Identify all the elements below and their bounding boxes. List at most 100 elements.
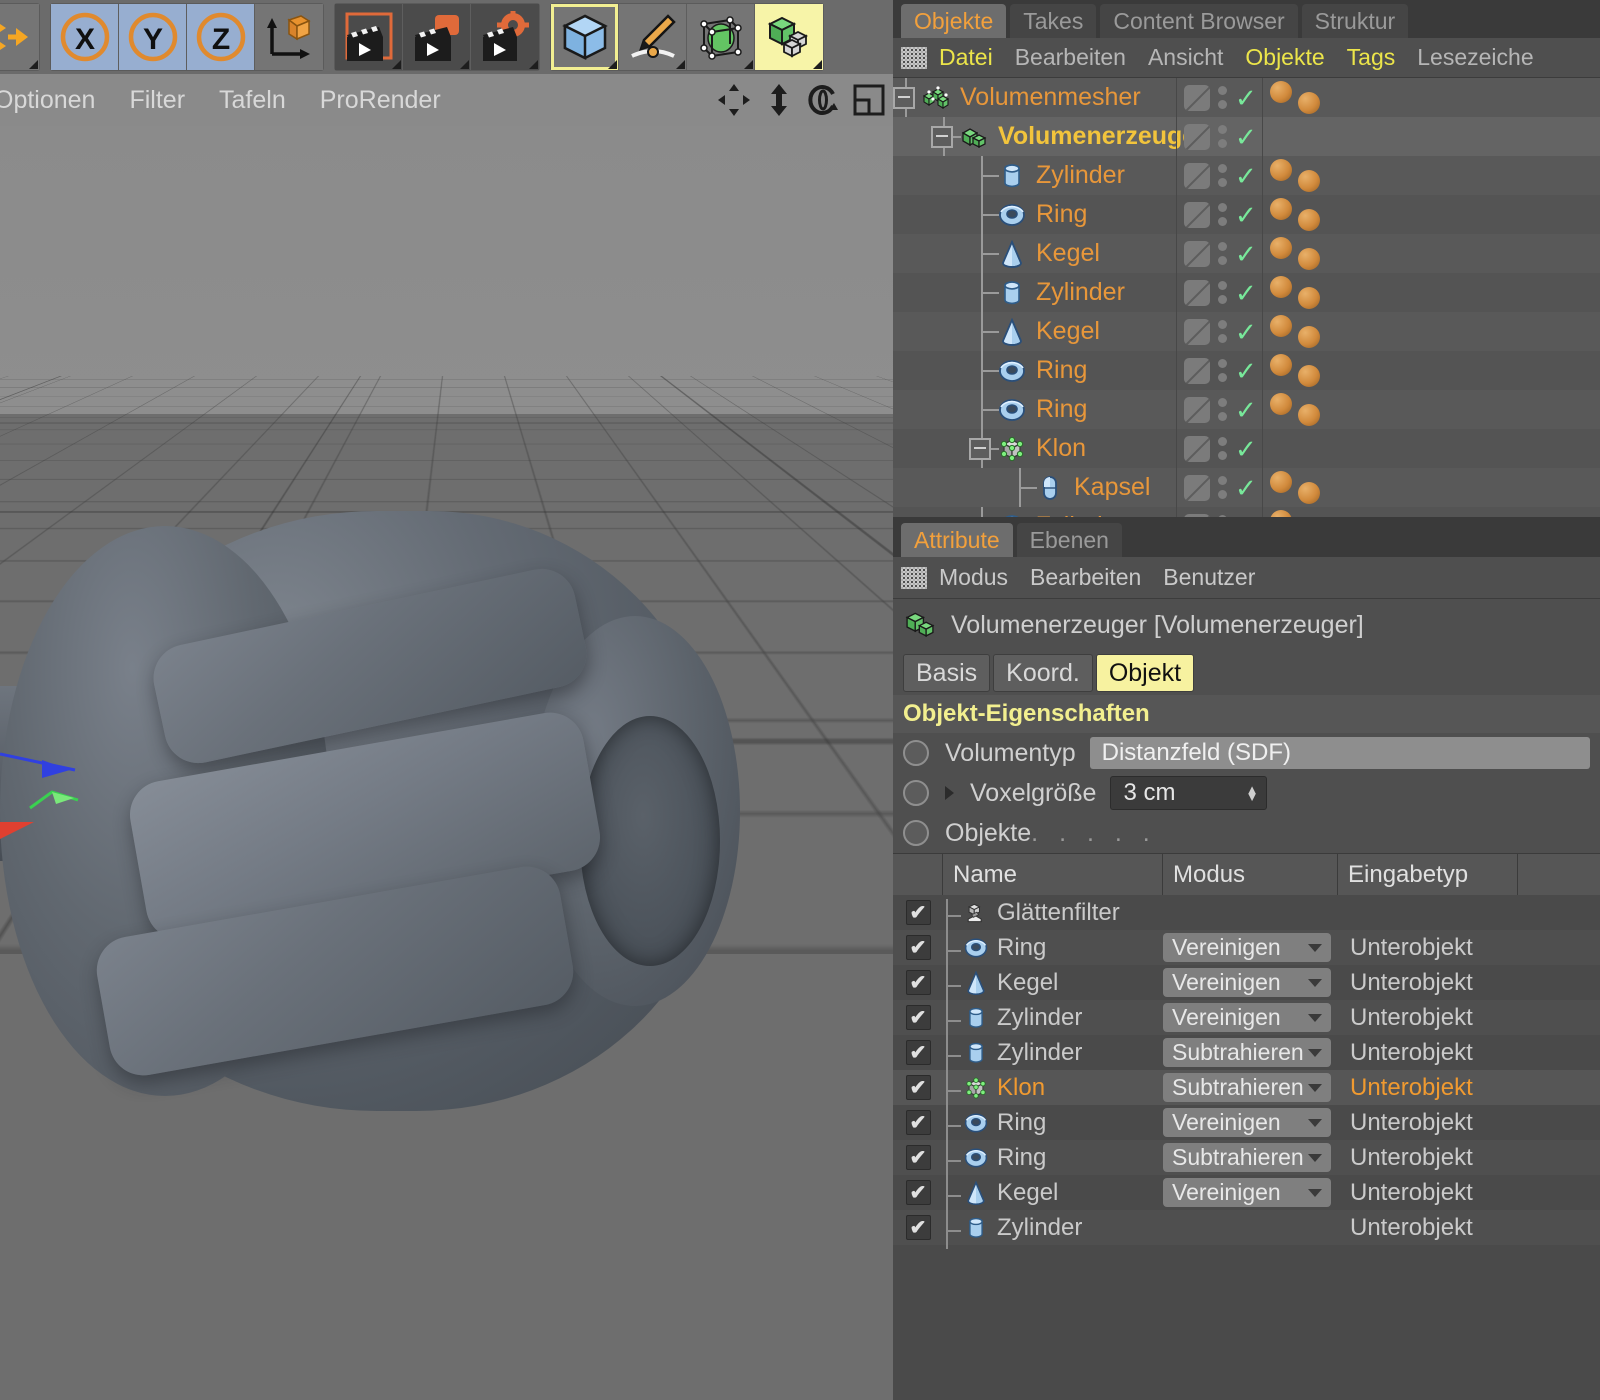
viewport-menu-filter[interactable]: Filter xyxy=(129,86,185,115)
row-checkbox[interactable]: ✔ xyxy=(906,1040,931,1065)
material-tag-icon[interactable] xyxy=(1270,315,1320,348)
property-toggle[interactable] xyxy=(903,780,929,806)
tree-row[interactable]: Kegel ✓ xyxy=(893,234,1600,273)
mode-dropdown[interactable]: Vereinigen xyxy=(1163,933,1331,962)
visibility-check-icon[interactable]: ✓ xyxy=(1235,241,1257,267)
row-checkbox[interactable]: ✔ xyxy=(906,900,931,925)
am-menu-bearbeiten[interactable]: Bearbeiten xyxy=(1030,564,1141,591)
visibility-check-icon[interactable]: ✓ xyxy=(1235,124,1257,150)
mode-dropdown[interactable]: Vereinigen xyxy=(1163,1178,1331,1207)
tab-ebenen[interactable]: Ebenen xyxy=(1017,523,1122,557)
tag-placeholder-icon[interactable] xyxy=(1184,124,1210,150)
pan-camera-icon[interactable] xyxy=(717,83,751,117)
tree-tag-cell[interactable]: ✓ xyxy=(1176,273,1263,312)
tree-name-cell[interactable]: Klon xyxy=(893,429,1176,468)
tree-row[interactable]: Kegel ✓ xyxy=(893,312,1600,351)
table-row[interactable]: ✔ Kegel Vereinigen Unterobjekt xyxy=(893,1175,1600,1210)
points-mode-icon[interactable] xyxy=(687,4,755,70)
visibility-check-icon[interactable]: ✓ xyxy=(1235,514,1257,518)
tree-tag-cell[interactable]: ✓ xyxy=(1176,351,1263,390)
tree-tag-cell[interactable]: ✓ xyxy=(1176,390,1263,429)
tree-name-cell[interactable]: Kegel xyxy=(893,312,1176,351)
mode-dropdown[interactable]: Vereinigen xyxy=(1163,1003,1331,1032)
row-mode-cell[interactable]: Vereinigen xyxy=(1163,1108,1338,1137)
row-checkbox-cell[interactable]: ✔ xyxy=(893,1145,943,1170)
tree-row[interactable]: Kapsel ✓ xyxy=(893,468,1600,507)
row-checkbox-cell[interactable]: ✔ xyxy=(893,900,943,925)
tag-placeholder-icon[interactable] xyxy=(1184,85,1210,111)
chevron-down-icon[interactable] xyxy=(1308,1049,1322,1057)
tree-name-cell[interactable]: Zylinder xyxy=(893,273,1176,312)
row-checkbox-cell[interactable]: ✔ xyxy=(893,1110,943,1135)
row-name-cell[interactable]: Ring xyxy=(943,934,1163,962)
mode-tab-koord[interactable]: Koord. xyxy=(993,654,1093,692)
tree-row[interactable]: Volumenmesher ✓ xyxy=(893,78,1600,117)
material-tag-icon[interactable] xyxy=(1270,471,1320,504)
material-tag-icon[interactable] xyxy=(1270,510,1320,517)
tree-tag-cell[interactable]: ✓ xyxy=(1176,156,1263,195)
row-name-cell[interactable]: Glättenfilter xyxy=(943,899,1163,927)
render-settings-icon[interactable] xyxy=(471,4,539,70)
mode-dropdown[interactable]: Subtrahieren xyxy=(1163,1143,1331,1172)
menu-grip-icon[interactable] xyxy=(901,47,927,69)
viewport-3d[interactable] xyxy=(0,126,893,1400)
mode-tab-objekt[interactable]: Objekt xyxy=(1096,654,1194,692)
tree-material-cell[interactable] xyxy=(1263,195,1600,234)
mode-dropdown[interactable]: Subtrahieren xyxy=(1163,1073,1331,1102)
row-checkbox[interactable]: ✔ xyxy=(906,935,931,960)
material-tag-icon[interactable] xyxy=(1270,393,1320,426)
tree-expander[interactable] xyxy=(931,126,953,148)
table-row[interactable]: ✔ Zylinder Unterobjekt xyxy=(893,1210,1600,1245)
tag-placeholder-icon[interactable] xyxy=(1184,280,1210,306)
tag-dots-icon[interactable] xyxy=(1218,164,1227,187)
row-mode-cell[interactable]: Vereinigen xyxy=(1163,933,1338,962)
spline-pen-icon[interactable] xyxy=(619,4,687,70)
tree-tag-cell[interactable]: ✓ xyxy=(1176,429,1263,468)
viewport-menu-optionen[interactable]: Optionen xyxy=(0,86,95,115)
axis-gizmo[interactable] xyxy=(0,726,130,856)
row-name-cell[interactable]: Zylinder xyxy=(943,1004,1163,1032)
row-checkbox-cell[interactable]: ✔ xyxy=(893,1215,943,1240)
tag-dots-icon[interactable] xyxy=(1218,86,1227,109)
tag-placeholder-icon[interactable] xyxy=(1184,358,1210,384)
row-checkbox[interactable]: ✔ xyxy=(906,1110,931,1135)
tree-name-cell[interactable]: Ring xyxy=(893,195,1176,234)
visibility-check-icon[interactable]: ✓ xyxy=(1235,280,1257,306)
row-name-cell[interactable]: Ring xyxy=(943,1144,1163,1172)
property-toggle[interactable] xyxy=(903,820,929,846)
row-checkbox[interactable]: ✔ xyxy=(906,1005,931,1030)
tab-content browser[interactable]: Content Browser xyxy=(1100,4,1297,38)
table-row[interactable]: ✔ Ring Subtrahieren Unterobjekt xyxy=(893,1140,1600,1175)
visibility-check-icon[interactable]: ✓ xyxy=(1235,163,1257,189)
tree-material-cell[interactable] xyxy=(1263,312,1600,351)
row-mode-cell[interactable]: Subtrahieren xyxy=(1163,1038,1338,1067)
tree-material-cell[interactable] xyxy=(1263,156,1600,195)
tree-material-cell[interactable] xyxy=(1263,351,1600,390)
row-checkbox[interactable]: ✔ xyxy=(906,970,931,995)
om-menu-tags[interactable]: Tags xyxy=(1347,44,1396,71)
tree-tag-cell[interactable]: ✓ xyxy=(1176,117,1263,156)
row-checkbox[interactable]: ✔ xyxy=(906,1215,931,1240)
render-view-icon[interactable] xyxy=(335,4,403,70)
tree-row[interactable]: Zylinder ✓ xyxy=(893,156,1600,195)
tree-material-cell[interactable] xyxy=(1263,390,1600,429)
mode-dropdown[interactable]: Subtrahieren xyxy=(1163,1038,1331,1067)
row-name-cell[interactable]: Kegel xyxy=(943,969,1163,997)
tag-placeholder-icon[interactable] xyxy=(1184,163,1210,189)
tree-name-cell[interactable]: Ring xyxy=(893,351,1176,390)
object-mode-icon[interactable] xyxy=(551,4,619,70)
visibility-check-icon[interactable]: ✓ xyxy=(1235,319,1257,345)
volumentyp-select[interactable]: Distanzfeld (SDF) xyxy=(1090,737,1590,769)
tag-dots-icon[interactable] xyxy=(1218,281,1227,304)
row-mode-cell[interactable]: Vereinigen xyxy=(1163,1178,1338,1207)
om-menu-datei[interactable]: Datei xyxy=(939,44,993,71)
row-mode-cell[interactable]: Subtrahieren xyxy=(1163,1073,1338,1102)
row-name-cell[interactable]: Klon xyxy=(943,1074,1163,1102)
layout-views-icon[interactable] xyxy=(853,84,885,116)
row-name-cell[interactable]: Kegel xyxy=(943,1179,1163,1207)
table-row[interactable]: ✔ Zylinder Vereinigen Unterobjekt xyxy=(893,1000,1600,1035)
tree-expander[interactable] xyxy=(969,438,991,460)
tree-material-cell[interactable] xyxy=(1263,468,1600,507)
material-tag-icon[interactable] xyxy=(1270,198,1320,231)
tree-expander[interactable] xyxy=(893,87,915,109)
